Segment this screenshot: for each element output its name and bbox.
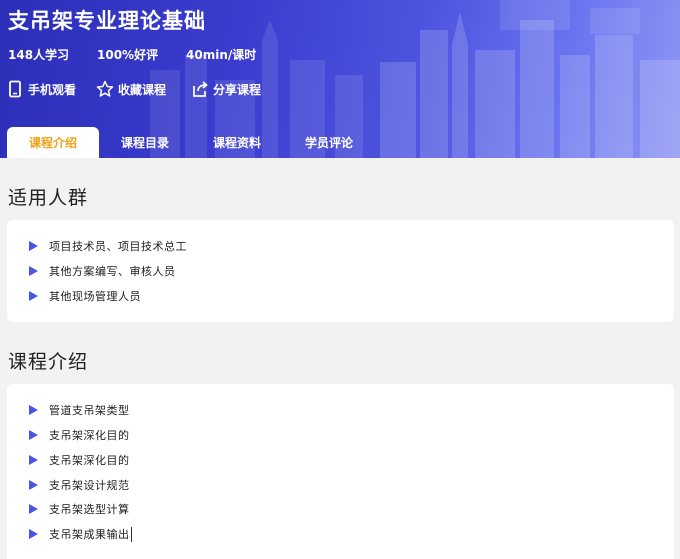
share-course-button[interactable]: 分享课程 (191, 80, 261, 98)
text-cursor (130, 526, 132, 542)
tab-course-intro[interactable]: 课程介绍 (7, 127, 99, 158)
list-item: 支吊架深化目的 (29, 427, 130, 443)
phone-icon (6, 80, 24, 98)
triangle-bullet-icon (29, 241, 38, 251)
list-item: 其他现场管理人员 (29, 288, 141, 304)
course-title: 支吊架专业理论基础 (8, 9, 206, 33)
favorite-course-label: 收藏课程 (118, 82, 167, 97)
favorite-course-button[interactable]: 收藏课程 (96, 80, 166, 98)
triangle-bullet-icon (29, 430, 38, 440)
course-banner: 支吊架专业理论基础 148人学习 100%好评 40min/课时 手机观看 收藏… (0, 0, 680, 158)
intro-card: 管道支吊架类型 支吊架深化目的 支吊架深化目的 支吊架设计规范 支吊架选型计算 … (7, 384, 674, 559)
lesson-duration: 40min/课时 (186, 48, 257, 62)
list-item: 其他方案编写、审核人员 (29, 263, 176, 279)
course-tabs: 课程介绍 课程目录 课程资料 学员评论 (0, 127, 680, 158)
triangle-bullet-icon (29, 291, 38, 301)
rating: 100%好评 (97, 48, 159, 62)
triangle-bullet-icon (29, 405, 38, 415)
course-actions: 手机观看 收藏课程 分享课程 (0, 80, 680, 100)
list-item: 管道支吊架类型 (29, 402, 130, 418)
triangle-bullet-icon (29, 455, 38, 465)
learner-count: 148人学习 (8, 48, 70, 62)
watch-on-phone-button[interactable]: 手机观看 (6, 80, 76, 98)
list-item: 支吊架选型计算 (29, 501, 130, 517)
audience-card: 项目技术员、项目技术总工 其他方案编写、审核人员 其他现场管理人员 (7, 220, 674, 322)
intro-section-title: 课程介绍 (8, 351, 89, 373)
list-item: 支吊架设计规范 (29, 477, 130, 493)
triangle-bullet-icon (29, 504, 38, 514)
list-item: 支吊架成果输出 (29, 526, 132, 542)
triangle-bullet-icon (29, 529, 38, 539)
triangle-bullet-icon (29, 266, 38, 276)
tab-course-materials[interactable]: 课程资料 (191, 127, 283, 158)
list-item: 支吊架深化目的 (29, 452, 130, 468)
tab-student-reviews[interactable]: 学员评论 (283, 127, 375, 158)
tab-course-catalog[interactable]: 课程目录 (99, 127, 191, 158)
triangle-bullet-icon (29, 480, 38, 490)
share-icon (191, 80, 209, 98)
watch-on-phone-label: 手机观看 (28, 82, 77, 97)
star-icon (96, 80, 114, 98)
share-course-label: 分享课程 (213, 82, 262, 97)
list-item: 项目技术员、项目技术总工 (29, 238, 187, 254)
audience-section-title: 适用人群 (8, 187, 89, 209)
